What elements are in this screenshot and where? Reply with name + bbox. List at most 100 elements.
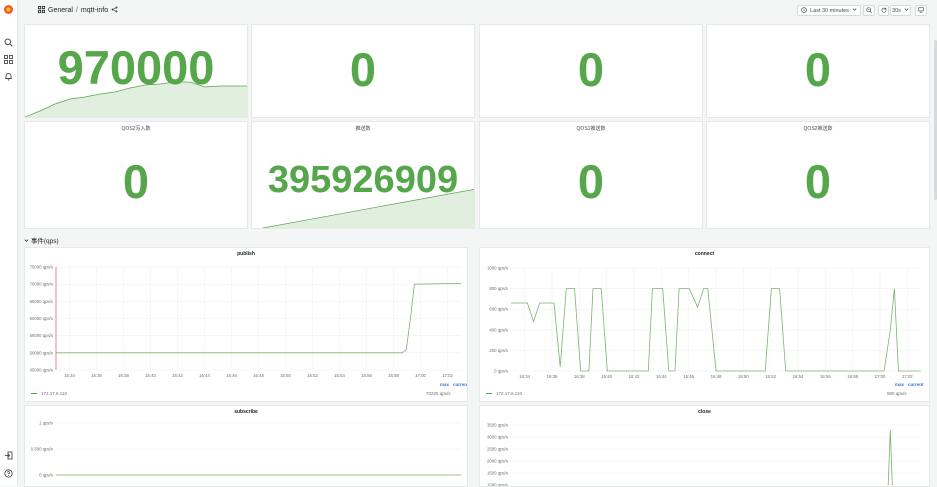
stat-panel-3[interactable]: 0	[479, 24, 703, 118]
stat-panel-qos2-write[interactable]: QOS2写入数 0	[24, 121, 248, 229]
tv-mode-button[interactable]	[915, 5, 927, 16]
legend-current-value: 70225 qps/s	[426, 391, 451, 396]
x-tick-label: 16:38	[574, 374, 585, 379]
search-icon[interactable]	[3, 37, 14, 48]
x-tick-label: 16:52	[765, 374, 776, 379]
stat-value: 970000	[25, 44, 247, 91]
stat-panel-push-count[interactable]: 推送数 395926909	[251, 121, 475, 229]
stat-value: 0	[707, 46, 929, 93]
stat-value: 0	[480, 46, 702, 93]
y-tick-label: 65000 qps/s	[30, 299, 53, 304]
refresh-interval-picker[interactable]: 30s	[890, 5, 911, 16]
dashboards-icon[interactable]	[3, 54, 14, 65]
x-tick-label: 16:44	[199, 373, 210, 378]
share-icon[interactable]	[111, 6, 118, 15]
legend-series[interactable]: 172.17.6.110	[486, 391, 522, 396]
legend-series-name: 172.17.6.110	[496, 391, 522, 396]
x-tick-label: 16:34	[519, 374, 530, 379]
x-tick-label: 16:52	[307, 373, 318, 378]
y-tick-label: 2000 qps/s	[487, 459, 508, 464]
graph-panel-connect[interactable]: connect 0 qps/s200 qps/s400 qps/s600 qps…	[479, 247, 930, 402]
x-tick-label: 16:54	[334, 373, 345, 378]
zoom-out-icon	[866, 7, 872, 15]
monitor-icon	[918, 7, 924, 15]
legend-max-header[interactable]: max	[440, 382, 449, 387]
y-tick-label: 0.500 qps/s	[31, 447, 53, 452]
dashboards-icon	[38, 6, 45, 15]
x-tick-label: 16:42	[172, 373, 183, 378]
help-icon[interactable]	[3, 468, 14, 479]
y-tick-label: 0 qps/s	[494, 369, 508, 374]
y-tick-label: 3000 qps/s	[487, 435, 508, 440]
stat-value: 395926909	[252, 161, 474, 199]
x-tick-label: 16:50	[280, 373, 291, 378]
x-tick-label: 16:48	[253, 373, 264, 378]
row-title: 事件(qps)	[31, 238, 59, 245]
graph-panel-close[interactable]: close 1000 qps/s1500 qps/s2000 qps/s2500…	[479, 405, 930, 487]
legend-max-header[interactable]: max	[895, 382, 904, 387]
stat-value: 0	[252, 46, 474, 93]
time-range-label: Last 30 minutes	[810, 8, 849, 14]
time-picker-button[interactable]: Last 30 minutes	[797, 5, 861, 16]
refresh-button[interactable]	[878, 5, 889, 16]
x-tick-label: 16:56	[361, 373, 372, 378]
y-tick-label: 800 qps/s	[489, 286, 508, 291]
x-tick-label: 16:46	[226, 373, 237, 378]
y-tick-label: 75000 qps/s	[30, 265, 53, 270]
y-tick-label: 60000 qps/s	[30, 316, 53, 321]
y-tick-label: 0 qps/s	[39, 473, 53, 478]
zoom-out-button[interactable]	[863, 5, 875, 16]
x-tick-label: 16:54	[793, 374, 804, 379]
y-tick-label: 2500 qps/s	[487, 447, 508, 452]
x-tick-label: 16:58	[847, 374, 858, 379]
y-tick-label: 1 qps/s	[39, 421, 53, 426]
grafana-logo-icon[interactable]	[3, 4, 14, 15]
connect-chart: 0 qps/s200 qps/s400 qps/s600 qps/s800 qp…	[480, 248, 930, 402]
x-tick-label: 17:02	[442, 373, 453, 378]
x-tick-label: 16:46	[683, 374, 694, 379]
stat-panel-2[interactable]: 0	[251, 24, 475, 118]
alerting-bell-icon[interactable]	[3, 71, 14, 82]
sign-in-icon[interactable]	[3, 450, 14, 461]
stat-panel-qos1-push[interactable]: QOS1推送数 0	[479, 121, 703, 229]
refresh-interval-label: 30s	[892, 8, 901, 14]
stat-value: 0	[707, 158, 929, 205]
legend-current-value: 880 qps/s	[887, 391, 907, 396]
legend-series[interactable]: 172.17.6.110	[31, 391, 67, 396]
stat-panel-4[interactable]: 0	[706, 24, 930, 118]
breadcrumb-dashboard[interactable]: mqtt-info	[81, 7, 108, 14]
stat-panel-1[interactable]: 970000	[24, 24, 248, 118]
x-tick-label: 17:00	[875, 374, 886, 379]
stat-value: 0	[480, 158, 702, 205]
x-tick-label: 16:40	[601, 374, 612, 379]
graph-panel-subscribe[interactable]: subscribe 0 qps/s0.500 qps/s1 qps/s	[24, 405, 468, 487]
legend-swatch	[31, 393, 37, 394]
x-tick-label: 16:38	[118, 373, 129, 378]
y-tick-label: 1000 qps/s	[487, 266, 508, 271]
legend-current-header[interactable]: current	[453, 382, 468, 387]
y-tick-label: 400 qps/s	[489, 327, 508, 332]
y-tick-label: 1000 qps/s	[487, 483, 508, 487]
legend-current-header[interactable]: current	[908, 382, 924, 387]
refresh-icon	[881, 7, 887, 15]
x-tick-label: 16:40	[145, 373, 156, 378]
x-tick-label: 16:44	[656, 374, 667, 379]
panel-title: QOS2推送数	[707, 125, 929, 132]
y-tick-label: 600 qps/s	[489, 307, 508, 312]
x-tick-label: 16:42	[629, 374, 640, 379]
side-menu	[0, 0, 18, 486]
graph-panel-publish[interactable]: publish 45000 qps/s50000 qps/s55000 qps/…	[24, 247, 468, 402]
chevron-down-icon	[24, 238, 31, 245]
panel-title: 推送数	[252, 125, 474, 132]
x-tick-label: 16:50	[738, 374, 749, 379]
x-tick-label: 16:48	[711, 374, 722, 379]
legend-swatch	[486, 393, 492, 394]
breadcrumb: General / mqtt-info	[38, 6, 118, 15]
subscribe-chart: 0 qps/s 0.500 qps/s 1 qps/s	[25, 406, 468, 487]
chevron-down-icon	[852, 7, 857, 14]
stat-panel-qos2-push[interactable]: QOS2推送数 0	[706, 121, 930, 229]
row-header-events[interactable]: 事件(qps)	[24, 235, 59, 245]
y-tick-label: 1500 qps/s	[487, 471, 508, 476]
panel-title: QOS1推送数	[480, 125, 702, 132]
breadcrumb-folder[interactable]: General	[48, 7, 73, 14]
